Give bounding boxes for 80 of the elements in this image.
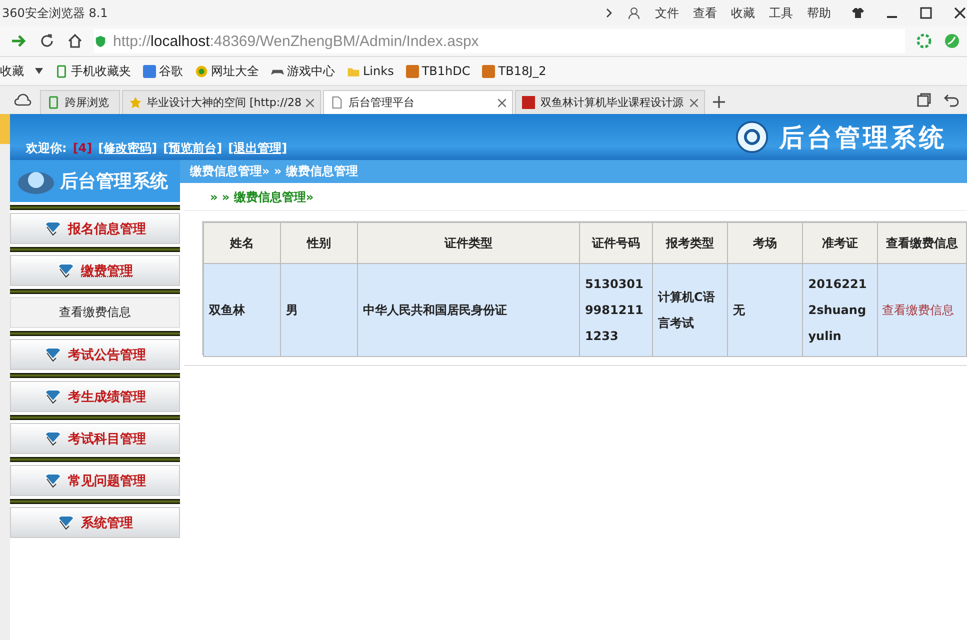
sidebar-menu-item[interactable]: 常见问题管理: [10, 465, 180, 496]
column-header: 姓名: [204, 222, 281, 264]
phone-icon: [55, 64, 68, 78]
browser-tab[interactable]: 毕业设计大神的空间 [http://28: [122, 90, 322, 114]
address-field[interactable]: http://localhost:48369/WenZhengBM/Admin/Index.aspx: [94, 29, 905, 53]
user-icon[interactable]: [627, 6, 641, 20]
sidebar-menu-item[interactable]: 报名信息管理: [10, 213, 180, 244]
spinner-icon[interactable]: [915, 32, 933, 50]
column-header: 性别: [280, 222, 358, 264]
page-icon: [330, 96, 344, 109]
shirt-icon[interactable]: [851, 6, 865, 20]
square-icon: [522, 96, 536, 109]
bookmark[interactable]: TB1hDC: [406, 64, 470, 78]
reload-icon[interactable]: [38, 32, 56, 50]
table-cell: 513030199812111233: [579, 264, 652, 356]
shield-icon: [44, 472, 62, 488]
browser-tab[interactable]: 跨屏浏览: [40, 90, 120, 114]
sidebar-menu-item[interactable]: 考试公告管理: [10, 339, 180, 370]
star-icon: [129, 96, 142, 109]
windows-icon[interactable]: [915, 91, 933, 109]
table-cell: 中华人民共和国居民身份证: [358, 264, 580, 356]
column-header: 准考证: [802, 222, 878, 264]
menu-item[interactable]: 工具: [769, 4, 793, 22]
menu-item[interactable]: 帮助: [807, 4, 831, 22]
shield-icon: [44, 220, 62, 236]
bookmark[interactable]: 谷歌: [143, 62, 183, 80]
welcome-label: 欢迎你:: [26, 140, 67, 156]
bookmark[interactable]: 游戏中心: [271, 62, 335, 80]
table-cell: 无: [728, 264, 803, 356]
close-icon[interactable]: [953, 6, 967, 20]
chevron-icon[interactable]: [605, 7, 613, 19]
browser-tab[interactable]: 后台管理平台: [323, 90, 514, 114]
view-link[interactable]: 查看缴费信息: [882, 303, 954, 317]
sidebar-menu-item[interactable]: 缴费管理: [10, 255, 180, 286]
caret-icon: [35, 68, 43, 74]
table-cell: 20162212shuangyulin: [802, 264, 878, 356]
sidebar-menu-item[interactable]: 考生成绩管理: [10, 381, 180, 412]
menu-item[interactable]: 文件: [655, 4, 679, 22]
home-icon[interactable]: [66, 32, 84, 50]
table-cell: 双鱼林: [204, 264, 281, 356]
bookmark[interactable]: 网址大全: [195, 62, 259, 80]
shield-icon: [44, 388, 62, 404]
section-title: » » 缴费信息管理»: [184, 183, 967, 211]
square-icon: [482, 64, 496, 78]
leaf-icon[interactable]: [943, 32, 961, 50]
circle-icon: [195, 64, 208, 78]
column-header: 查看缴费信息: [878, 222, 966, 264]
shield-icon: [57, 262, 75, 278]
bookmark[interactable]: 手机收藏夹: [55, 62, 131, 80]
sidebar-menu-item[interactable]: 系统管理: [10, 507, 180, 538]
window-title: 360安全浏览器 8.1: [1, 4, 108, 22]
sidebar-menu-item[interactable]: 考试科目管理: [10, 423, 180, 454]
column-header: 考场: [728, 222, 803, 264]
square-icon: [143, 64, 156, 78]
column-header: 证件号码: [579, 222, 652, 264]
system-title: 后台管理系统: [779, 122, 947, 154]
table-cell: 计算机C语言考试: [652, 264, 728, 356]
shield-icon: [44, 430, 62, 446]
browser-tab[interactable]: 双鱼林计算机毕业课程设计源: [515, 90, 706, 114]
bookmark[interactable]: TB18J_2: [482, 64, 546, 78]
cloud-icon[interactable]: [14, 93, 32, 107]
shield-icon: [94, 34, 107, 48]
menu-item[interactable]: 收藏: [731, 4, 755, 22]
column-header: 证件类型: [358, 222, 580, 264]
square-icon: [406, 64, 419, 78]
column-header: 报考类型: [652, 222, 728, 264]
shield-icon: [44, 346, 62, 362]
user-id: [4]: [72, 141, 92, 155]
maximize-icon[interactable]: [919, 6, 933, 20]
sidebar-logo: 后台管理系统: [10, 160, 180, 202]
bookmark[interactable]: Links: [347, 64, 394, 78]
sidebar-subitem[interactable]: 查看缴费信息: [10, 297, 180, 328]
table-cell: 男: [280, 264, 358, 356]
close-icon[interactable]: [498, 98, 506, 106]
shield-icon: [57, 514, 75, 530]
plus-icon[interactable]: [713, 96, 726, 108]
phone-icon: [47, 96, 60, 109]
bookmark[interactable]: 收藏: [0, 62, 43, 80]
menu-item[interactable]: 查看: [693, 4, 717, 22]
breadcrumb-bar: 缴费信息管理» » 缴费信息管理: [180, 160, 967, 183]
